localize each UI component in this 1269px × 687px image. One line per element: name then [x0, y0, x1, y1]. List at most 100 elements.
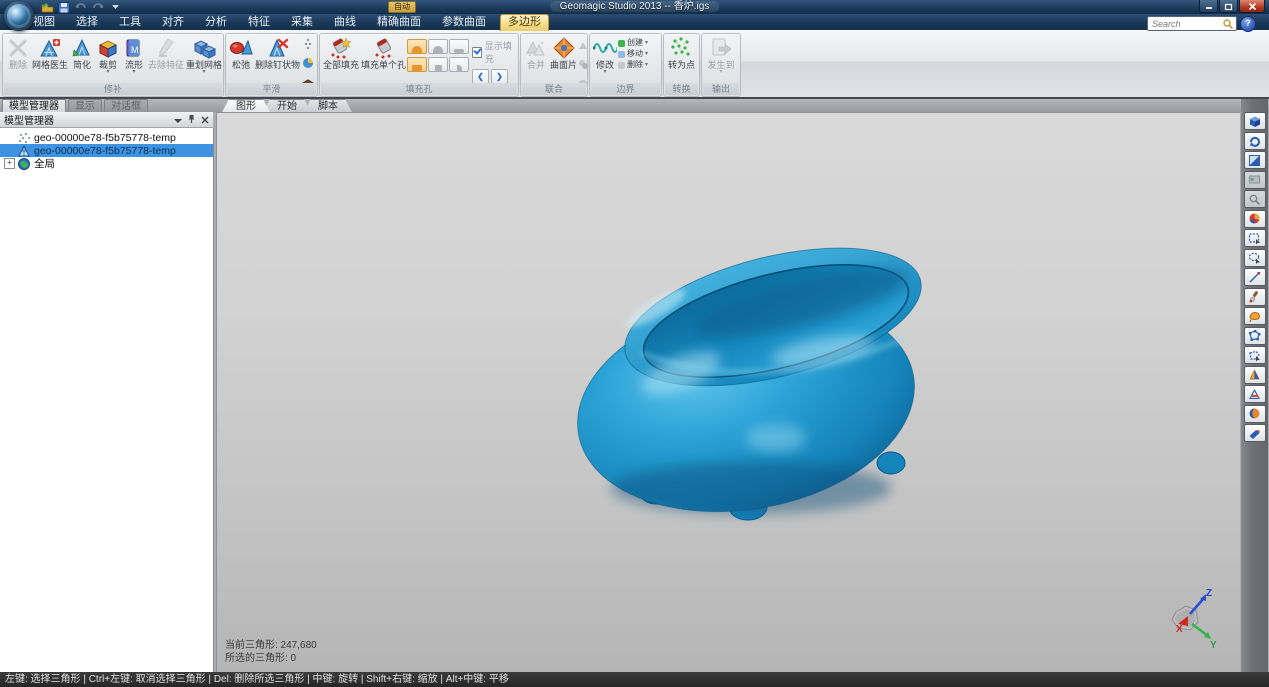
backface-sphere-icon	[1248, 407, 1261, 420]
select-polygon-button[interactable]	[1244, 327, 1266, 345]
select-lasso-button[interactable]	[1244, 307, 1266, 325]
tab-polygons-active[interactable]: 多边形	[500, 14, 549, 31]
fill-curvature-toggle[interactable]	[407, 39, 427, 54]
move-boundary-button[interactable]: 移动	[618, 49, 648, 59]
ribbon-group-smooth: 松弛 删除钉状物 平滑	[225, 33, 318, 97]
mesh-icon	[18, 145, 30, 157]
create-boundary-button[interactable]: 创建	[618, 38, 648, 48]
previous-hole-button[interactable]: ❮	[472, 69, 489, 84]
statistics-pie-button[interactable]	[1244, 210, 1266, 228]
tab-start[interactable]: 开始	[263, 99, 311, 112]
save-button[interactable]	[57, 1, 71, 13]
search-box[interactable]	[1147, 16, 1237, 31]
current-triangles-status: 当前三角形: 247,680	[225, 640, 317, 652]
tab-align[interactable]: 对齐	[155, 14, 191, 30]
relax-button[interactable]: 松弛	[228, 35, 254, 71]
selected-triangles-status: 所选的三角形: 0	[225, 653, 296, 665]
combine-small-icon-1[interactable]	[578, 37, 589, 55]
select-paintbrush-button[interactable]	[1244, 288, 1266, 306]
tab-select[interactable]: 选择	[69, 14, 105, 30]
open-button[interactable]	[40, 1, 54, 13]
trim-button[interactable]: 裁剪	[95, 35, 121, 76]
expand-icon[interactable]: +	[4, 158, 15, 169]
delete-boundary-button[interactable]: 删除	[618, 60, 648, 70]
select-rectangle-button[interactable]	[1244, 229, 1266, 247]
tab-capture[interactable]: 采集	[284, 14, 320, 30]
select-line-button[interactable]	[1244, 268, 1266, 286]
qat-customize-button[interactable]	[108, 1, 122, 13]
undo-button[interactable]	[74, 1, 88, 13]
tab-script[interactable]: 脚本	[304, 99, 352, 112]
mesh-doctor-button[interactable]: 网格医生	[31, 35, 69, 71]
fill-bridge-toggle[interactable]	[449, 57, 469, 72]
select-through-button[interactable]	[1244, 385, 1266, 403]
viewport-3d[interactable]: 当前三角形: 247,680 所选的三角形: 0 Z Y X	[216, 112, 1240, 672]
remesh-button[interactable]: 重划网格	[185, 35, 223, 76]
send-to-button[interactable]: 发生到	[706, 35, 735, 76]
convert-to-points-button[interactable]: 转为点	[667, 35, 696, 71]
tab-features[interactable]: 特征	[241, 14, 277, 30]
show-fill-checkbox[interactable]	[472, 47, 482, 58]
make-manifold-button[interactable]: M 流形	[121, 35, 147, 76]
fill-partial-toggle[interactable]	[428, 57, 448, 72]
modify-boundary-button[interactable]: 修改	[592, 35, 618, 76]
smooth-pins-icon-button[interactable]	[302, 37, 314, 55]
datum-display-button[interactable]	[1244, 171, 1266, 189]
tab-dialog[interactable]: 对话框	[104, 99, 148, 112]
close-button[interactable]	[1239, 0, 1265, 13]
zoom-window-button[interactable]	[1244, 190, 1266, 208]
contextual-tab-tag[interactable]: 自动	[388, 1, 416, 13]
fill-tangent-toggle[interactable]	[428, 39, 448, 54]
tab-analysis[interactable]: 分析	[198, 14, 234, 30]
tree-item-mesh-selected[interactable]: geo-00000e78-f5b75778-temp	[0, 144, 213, 157]
chevron-down-icon	[112, 5, 119, 10]
fill-flat-toggle[interactable]	[449, 39, 469, 54]
tab-model-manager[interactable]: 模型管理器	[2, 99, 66, 112]
help-button[interactable]: ?	[1240, 16, 1256, 32]
panel-pin-icon[interactable]	[187, 111, 196, 129]
combine-small-icon-2[interactable]	[578, 56, 589, 74]
view-cube-icon	[1248, 115, 1261, 128]
fill-single-hole-button[interactable]: 填充单个孔	[360, 35, 407, 71]
merge-button[interactable]: 合并	[523, 35, 549, 71]
shaded-view-button[interactable]	[1244, 151, 1266, 169]
delete-button[interactable]: 删除	[5, 35, 31, 71]
minimize-icon	[1205, 2, 1213, 10]
tree-item-global[interactable]: + 全局	[0, 157, 213, 170]
fill-complete-toggle[interactable]	[407, 57, 427, 72]
tab-exact-surfaces[interactable]: 精确曲面	[370, 14, 428, 30]
surface-patch-button[interactable]: 曲面片	[549, 35, 578, 71]
minimize-button[interactable]	[1199, 0, 1218, 13]
select-line-icon	[1248, 271, 1261, 284]
app-logo[interactable]	[4, 1, 34, 31]
restore-button[interactable]	[1219, 0, 1238, 13]
group-label-output: 输出	[703, 83, 739, 95]
search-input[interactable]	[1148, 18, 1222, 29]
select-visible-only-button[interactable]	[1244, 366, 1266, 384]
panel-close-icon[interactable]	[201, 111, 209, 129]
tab-tools[interactable]: 工具	[112, 14, 148, 30]
next-hole-button[interactable]: ❯	[491, 69, 508, 84]
rotate-view-button[interactable]	[1244, 132, 1266, 150]
tab-display[interactable]: 显示	[68, 99, 102, 112]
select-custom-area-button[interactable]	[1244, 346, 1266, 364]
tab-curves[interactable]: 曲线	[327, 14, 363, 30]
select-backfaces-button[interactable]	[1244, 405, 1266, 423]
select-ellipse-button[interactable]	[1244, 249, 1266, 267]
view-orient-cube-button[interactable]	[1244, 112, 1266, 130]
tab-parametric-surfaces[interactable]: 参数曲面	[435, 14, 493, 30]
move-icon	[618, 51, 625, 58]
defeature-button[interactable]: 去除特征	[147, 35, 185, 71]
model-bowl-mesh[interactable]	[561, 233, 941, 533]
remove-spikes-button[interactable]: 删除钉状物	[254, 35, 301, 71]
redo-button[interactable]	[91, 1, 105, 13]
model-manager-header: 模型管理器	[0, 112, 213, 128]
panel-menu-dropdown-icon[interactable]	[174, 111, 182, 129]
simplify-button[interactable]: 简化	[69, 35, 95, 71]
tree-item-points[interactable]: geo-00000e78-f5b75778-temp	[0, 131, 213, 144]
tab-graphics[interactable]: 图形	[222, 99, 270, 112]
axis-triad[interactable]: Z Y X	[1164, 586, 1222, 650]
deselect-redraw-button[interactable]	[1244, 424, 1266, 442]
sandpaper-icon-button[interactable]	[302, 56, 314, 74]
fill-all-button[interactable]: 全部填充	[322, 35, 360, 71]
